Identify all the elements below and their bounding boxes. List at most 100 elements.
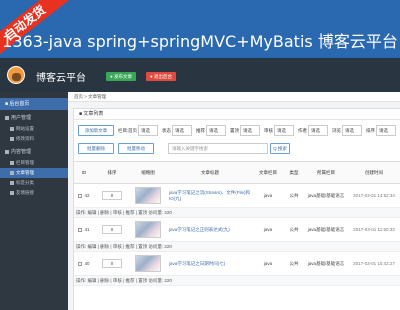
article-title-link[interactable]: java学习笔记之日期时间(七) bbox=[169, 261, 225, 266]
sidebar-item-site-settings[interactable]: 网站设置 bbox=[0, 124, 68, 134]
sidebar-home[interactable]: ■ 后台首页 bbox=[0, 98, 68, 110]
sidebar-item-label: 网站设置 bbox=[16, 126, 34, 131]
column-header-category[interactable]: 文章栏目 bbox=[254, 161, 282, 184]
row-actions: 操作: 编辑 | 删除 | 审核 | 推荐 | 置顶 访问量: 220 bbox=[74, 241, 400, 252]
row-id: 42 bbox=[84, 193, 90, 198]
main-content: 首页 > 文章管理 ■ 文章列表 添加新文章 栏目: 首页 请选 状态 请选 推… bbox=[68, 92, 400, 310]
sidebar-group-label: 用户管理 bbox=[11, 115, 32, 121]
column-header-column[interactable]: 所属栏目 bbox=[306, 161, 346, 184]
filter-label: 状态 bbox=[162, 128, 171, 133]
date-cell: 2017-03-01 14:52:34 bbox=[346, 183, 400, 208]
table-row: 41 0 java学习笔记之正则表达式(九) java 公共 java基础/基础… bbox=[74, 217, 400, 242]
date-cell: 2017-03-01 11:50:33 bbox=[346, 217, 400, 242]
sidebar-item-label: 友情链接 bbox=[16, 190, 34, 195]
row-checkbox[interactable] bbox=[78, 193, 83, 198]
sort-cell: 0 bbox=[94, 183, 130, 208]
filter-label: 审核 bbox=[264, 128, 273, 133]
batch-delete-button[interactable]: 批量删除 bbox=[78, 143, 114, 154]
gear-icon bbox=[10, 126, 14, 131]
filter-select[interactable]: 请选 bbox=[172, 125, 192, 136]
filter-select[interactable]: 请选 bbox=[342, 125, 362, 136]
thumbnail-image[interactable] bbox=[135, 221, 161, 238]
filter-bar: 添加新文章 栏目: 首页 请选 状态 请选 推荐 请选 置顶 请选 审核 请选 … bbox=[78, 125, 400, 137]
thumbnail-image[interactable] bbox=[135, 187, 161, 204]
sort-cell: 0 bbox=[94, 251, 130, 276]
article-title-link[interactable]: java学习笔记之正则表达式(九) bbox=[169, 227, 230, 232]
column-cell: java基础/基础语言 bbox=[306, 183, 346, 208]
column-header-sort[interactable]: 排序 bbox=[94, 161, 130, 184]
list-icon bbox=[10, 160, 14, 165]
filter-label: 栏目: bbox=[118, 128, 129, 133]
sidebar-group-label: 内容管理 bbox=[11, 149, 32, 155]
sidebar-item-articles[interactable]: 文章管理 bbox=[0, 168, 68, 178]
filter-select[interactable]: 请选 bbox=[138, 125, 158, 136]
table-header-row: ID 排序 缩略图 文章标题 文章栏目 类型 所属栏目 创建时间 bbox=[74, 161, 400, 184]
type-cell: 公共 bbox=[282, 217, 306, 242]
action-bar: 批量删除 批量移动 请输入关键字搜索 Q 搜索 bbox=[78, 143, 400, 155]
add-article-button[interactable]: 添加新文章 bbox=[78, 125, 114, 136]
article-title-link[interactable]: java学习笔记之流(Stream)、文件(File)和IO(九) bbox=[169, 190, 250, 201]
sort-input[interactable]: 0 bbox=[102, 259, 122, 268]
title-cell: java学习笔记之日期时间(七) bbox=[166, 251, 254, 276]
sort-cell: 0 bbox=[94, 217, 130, 242]
sort-input[interactable]: 0 bbox=[102, 225, 122, 234]
filter-select[interactable]: 请选 bbox=[240, 125, 260, 136]
search-input[interactable]: 请输入关键字搜索 bbox=[168, 143, 268, 154]
filter-select[interactable]: 请选 bbox=[376, 125, 396, 136]
sidebar-item-edit-profile[interactable]: 修改资料 bbox=[0, 134, 68, 144]
sidebar-item-tags[interactable]: 标签分类 bbox=[0, 178, 68, 188]
logout-button[interactable]: ● 退出后台 bbox=[146, 72, 176, 81]
panel-title: ■ 文章列表 bbox=[74, 109, 400, 120]
breadcrumb: 首页 > 文章管理 bbox=[68, 92, 400, 102]
row-actions: 操作: 编辑 | 删除 | 审核 | 推荐 | 置顶 访问量: 220 bbox=[74, 275, 400, 286]
sidebar-item-label: 文章管理 bbox=[16, 170, 34, 175]
sidebar-item-label: 修改资料 bbox=[16, 136, 34, 141]
sidebar-item-columns[interactable]: 栏目管理 bbox=[0, 158, 68, 168]
table-row: 42 0 java学习笔记之流(Stream)、文件(File)和IO(九) j… bbox=[74, 183, 400, 208]
filter-label: 置顶 bbox=[230, 128, 239, 133]
table-row: 40 0 java学习笔记之日期时间(七) java 公共 java基础/基础语… bbox=[74, 251, 400, 276]
row-checkbox[interactable] bbox=[78, 227, 83, 232]
sidebar-group-content[interactable]: 内容管理 bbox=[0, 144, 68, 158]
sidebar-group-users[interactable]: 用户管理 bbox=[0, 110, 68, 124]
row-checkbox[interactable] bbox=[78, 261, 83, 266]
sidebar-item-links[interactable]: 友情链接 bbox=[0, 188, 68, 198]
column-header-date[interactable]: 创建时间 bbox=[346, 161, 400, 184]
users-icon bbox=[5, 115, 9, 120]
row-actions-text[interactable]: 操作: 编辑 | 删除 | 审核 | 推荐 | 置顶 访问量: 220 bbox=[74, 207, 400, 218]
sidebar: ■ 后台首页 用户管理 网站设置 修改资料 内容管理 栏目管理 文章管理 标签分… bbox=[0, 92, 68, 310]
tag-icon bbox=[10, 180, 14, 185]
promo-banner: 自动发货 1363-java spring+springMVC+MyBatis … bbox=[0, 0, 400, 58]
thumbnail-cell bbox=[130, 217, 166, 242]
article-table: ID 排序 缩略图 文章标题 文章栏目 类型 所属栏目 创建时间 42 0 ja… bbox=[74, 161, 400, 286]
filter-select[interactable]: 请选 bbox=[308, 125, 328, 136]
search-button[interactable]: Q 搜索 bbox=[270, 143, 290, 154]
banner-title: 1363-java spring+springMVC+MyBatis 博客云平台 bbox=[2, 32, 398, 51]
thumbnail-cell bbox=[130, 183, 166, 208]
filter-select[interactable]: 请选 bbox=[206, 125, 226, 136]
row-actions-text[interactable]: 操作: 编辑 | 删除 | 审核 | 推荐 | 置顶 访问量: 220 bbox=[74, 241, 400, 252]
article-list-panel: ■ 文章列表 添加新文章 栏目: 首页 请选 状态 请选 推荐 请选 置顶 请选… bbox=[73, 108, 400, 310]
app-title: 博客云平台 bbox=[36, 73, 86, 84]
link-icon bbox=[10, 190, 14, 195]
date-cell: 2017-03-01 10:42:27 bbox=[346, 251, 400, 276]
filter-label: 作者 bbox=[298, 128, 307, 133]
publish-article-button[interactable]: ● 发布文章 bbox=[106, 72, 136, 81]
avatar[interactable] bbox=[7, 66, 25, 84]
thumbnail-image[interactable] bbox=[135, 255, 161, 272]
document-icon bbox=[5, 149, 9, 154]
filter-label: 排序 bbox=[366, 128, 375, 133]
filter-select[interactable]: 请选 bbox=[274, 125, 294, 136]
top-navbar: 博客云平台 ● 发布文章 ● 退出后台 bbox=[0, 58, 400, 92]
batch-move-button[interactable]: 批量移动 bbox=[118, 143, 154, 154]
file-icon bbox=[10, 170, 14, 175]
sort-input[interactable]: 0 bbox=[102, 191, 122, 200]
column-header-title[interactable]: 文章标题 bbox=[166, 161, 254, 184]
column-header-type[interactable]: 类型 bbox=[282, 161, 306, 184]
id-cell: 42 bbox=[74, 183, 94, 208]
filter-label: 浏览 bbox=[332, 128, 341, 133]
category-cell: java bbox=[254, 217, 282, 242]
column-header-id[interactable]: ID bbox=[74, 161, 94, 184]
row-actions-text[interactable]: 操作: 编辑 | 删除 | 审核 | 推荐 | 置顶 访问量: 220 bbox=[74, 275, 400, 286]
category-cell: java bbox=[254, 251, 282, 276]
